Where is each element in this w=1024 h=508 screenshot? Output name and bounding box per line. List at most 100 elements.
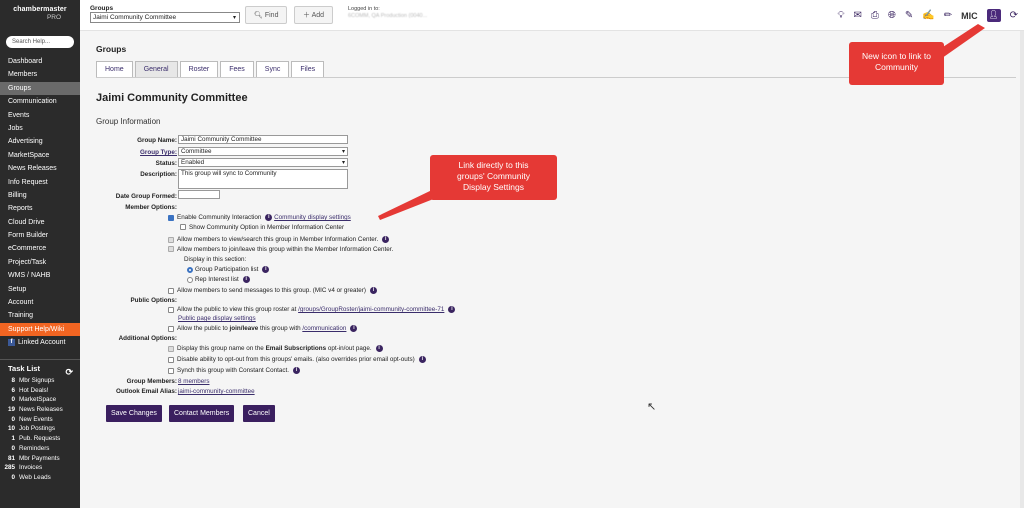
status-label: Status: xyxy=(155,160,177,167)
info-icon[interactable]: i xyxy=(242,276,250,283)
email-subscriptions-checkbox[interactable] xyxy=(168,345,174,352)
task-list: 8 Mbr Signups 6 Hot Deals! 0 MarketSpace 19 New… xyxy=(0,376,80,483)
outlook-alias-link[interactable]: jaimi-community-committee xyxy=(178,388,255,395)
help-search-input[interactable]: Search Help... xyxy=(6,36,74,48)
lightbulb-icon[interactable]: 💡︎ xyxy=(837,10,844,22)
allow-view-row: Allow members to view/search this group … xyxy=(168,236,390,244)
tab-sync[interactable]: Sync xyxy=(255,61,290,77)
info-icon[interactable]: i xyxy=(350,325,358,332)
public-join-checkbox[interactable] xyxy=(168,325,174,332)
info-icon[interactable]: i xyxy=(382,236,390,243)
pencil-icon[interactable]: ✏ xyxy=(944,10,952,22)
tab-fees[interactable]: Fees xyxy=(220,61,254,77)
sidebar-item-setup[interactable]: Setup xyxy=(0,283,80,296)
show-option-row: Show Community Option in Member Informat… xyxy=(180,224,344,232)
task-item[interactable]: 8 Mbr Signups xyxy=(0,376,80,386)
task-item[interactable]: 1 Pub. Requests xyxy=(0,434,80,444)
task-label: Pub. Requests xyxy=(19,435,61,443)
info-icon[interactable]: i xyxy=(448,306,456,313)
task-label: Mbr Signups xyxy=(19,377,55,384)
refresh-icon[interactable]: ⟳ xyxy=(1010,10,1018,22)
tab-home[interactable]: Home xyxy=(96,61,133,77)
task-item[interactable]: 0 Reminders xyxy=(0,444,80,454)
task-item[interactable]: 285 Invoices xyxy=(0,463,80,473)
cancel-button[interactable]: Cancel xyxy=(243,405,275,422)
constant-contact-checkbox[interactable] xyxy=(168,367,174,374)
sidebar-item-advertising[interactable]: Advertising xyxy=(0,135,80,148)
group-type-select[interactable]: Committee ▾ xyxy=(178,147,348,156)
communication-link[interactable]: /communication xyxy=(302,325,346,332)
logo[interactable]: chambermaster PRO xyxy=(0,6,80,22)
info-icon[interactable]: i xyxy=(262,266,270,273)
status-select[interactable]: Enabled ▾ xyxy=(178,158,348,167)
sidebar-item-events[interactable]: Events xyxy=(0,109,80,122)
group-type-label[interactable]: Group Type: xyxy=(87,149,177,156)
tab-files[interactable]: Files xyxy=(291,61,325,77)
info-icon[interactable]: i xyxy=(418,356,426,363)
rep-interest-radio[interactable] xyxy=(187,276,193,283)
sidebar-item-members[interactable]: Members xyxy=(0,68,80,81)
task-item[interactable]: 19 News Releases xyxy=(0,405,80,415)
edit-icon[interactable]: ✎ xyxy=(905,10,913,22)
sidebar-item-marketspace[interactable]: MarketSpace xyxy=(0,149,80,162)
linked-account-link[interactable]: f Linked Account xyxy=(8,339,65,346)
disable-optout-checkbox[interactable] xyxy=(168,356,174,363)
task-item[interactable]: 81 Mbr Payments xyxy=(0,454,80,464)
edit-page-icon[interactable]: ✍ xyxy=(922,10,934,22)
contact-members-button[interactable]: Contact Members xyxy=(169,405,235,422)
task-item[interactable]: 0 Web Leads xyxy=(0,473,80,483)
description-textarea[interactable]: This group will sync to Community xyxy=(178,169,348,189)
date-formed-input[interactable] xyxy=(178,190,220,199)
info-icon[interactable]: i xyxy=(375,345,383,352)
task-item[interactable]: 10 Job Postings xyxy=(0,424,80,434)
sidebar-item-dashboard[interactable]: Dashboard xyxy=(0,55,80,68)
globe-icon[interactable]: 🌐︎ xyxy=(888,10,896,22)
public-join-bold: join/leave xyxy=(229,325,259,333)
task-item[interactable]: 0 New Events xyxy=(0,415,80,425)
public-display-settings-link[interactable]: Public page display settings xyxy=(178,315,256,322)
allow-messages-checkbox[interactable] xyxy=(168,287,174,294)
enable-community-checkbox[interactable] xyxy=(168,214,174,221)
public-view-checkbox[interactable] xyxy=(168,306,174,313)
show-option-checkbox[interactable] xyxy=(180,224,186,231)
allow-view-checkbox[interactable] xyxy=(168,236,174,243)
group-name-input[interactable]: Jaimi Community Committee xyxy=(178,135,348,144)
find-button[interactable]: 🔍︎ Find xyxy=(245,6,288,24)
allow-join-checkbox[interactable] xyxy=(168,246,174,253)
sidebar-item-cloud-drive[interactable]: Cloud Drive xyxy=(0,216,80,229)
task-item[interactable]: 6 Hot Deals! xyxy=(0,386,80,396)
sidebar-item-news-releases[interactable]: News Releases xyxy=(0,162,80,175)
sidebar-item-account[interactable]: Account xyxy=(0,296,80,309)
tab-roster[interactable]: Roster xyxy=(179,61,219,77)
sidebar-item-project-task[interactable]: Project/Task xyxy=(0,256,80,269)
sidebar-item-reports[interactable]: Reports xyxy=(0,202,80,215)
public-roster-link[interactable]: /groups/GroupRoster/jaimi-community-comm… xyxy=(298,306,444,313)
sidebar-item-info-request[interactable]: Info Request xyxy=(0,176,80,189)
sidebar-item-ecommerce[interactable]: eCommerce xyxy=(0,242,80,255)
sidebar-item-wms-nahb[interactable]: WMS / NAHB xyxy=(0,269,80,282)
sidebar-item-billing[interactable]: Billing xyxy=(0,189,80,202)
print-icon[interactable]: ⎙ xyxy=(871,10,879,22)
scrollbar[interactable] xyxy=(1020,31,1024,508)
mail-icon[interactable]: ✉ xyxy=(853,10,861,22)
info-icon[interactable]: i xyxy=(293,367,301,374)
group-participation-radio[interactable] xyxy=(187,266,193,273)
sidebar-item-jobs[interactable]: Jobs xyxy=(0,122,80,135)
add-button[interactable]: ＋ Add xyxy=(294,6,334,24)
community-display-settings-link[interactable]: Community display settings xyxy=(274,214,351,221)
sidebar-item-communication[interactable]: Communication xyxy=(0,95,80,108)
save-changes-button[interactable]: Save Changes xyxy=(106,405,162,422)
info-icon[interactable]: i xyxy=(265,214,273,221)
sidebar-item-training[interactable]: Training xyxy=(0,309,80,322)
group-members-link[interactable]: 8 members xyxy=(178,378,210,385)
sidebar-item-form-builder[interactable]: Form Builder xyxy=(0,229,80,242)
info-icon[interactable]: i xyxy=(369,287,377,294)
groups-select[interactable]: Jaimi Community Committee ▾ xyxy=(90,12,240,23)
tab-general[interactable]: General xyxy=(134,61,178,77)
sidebar-item-groups[interactable]: Groups xyxy=(0,81,80,96)
mic-link[interactable]: MIC xyxy=(961,10,978,22)
community-user-icon[interactable]: 👤︎ xyxy=(986,9,1001,22)
public-view-row: Allow the public to view this group rost… xyxy=(168,306,456,314)
task-item[interactable]: 0 MarketSpace xyxy=(0,395,80,405)
sidebar-item-support-help-wiki[interactable]: Support Help/Wiki xyxy=(0,322,80,337)
